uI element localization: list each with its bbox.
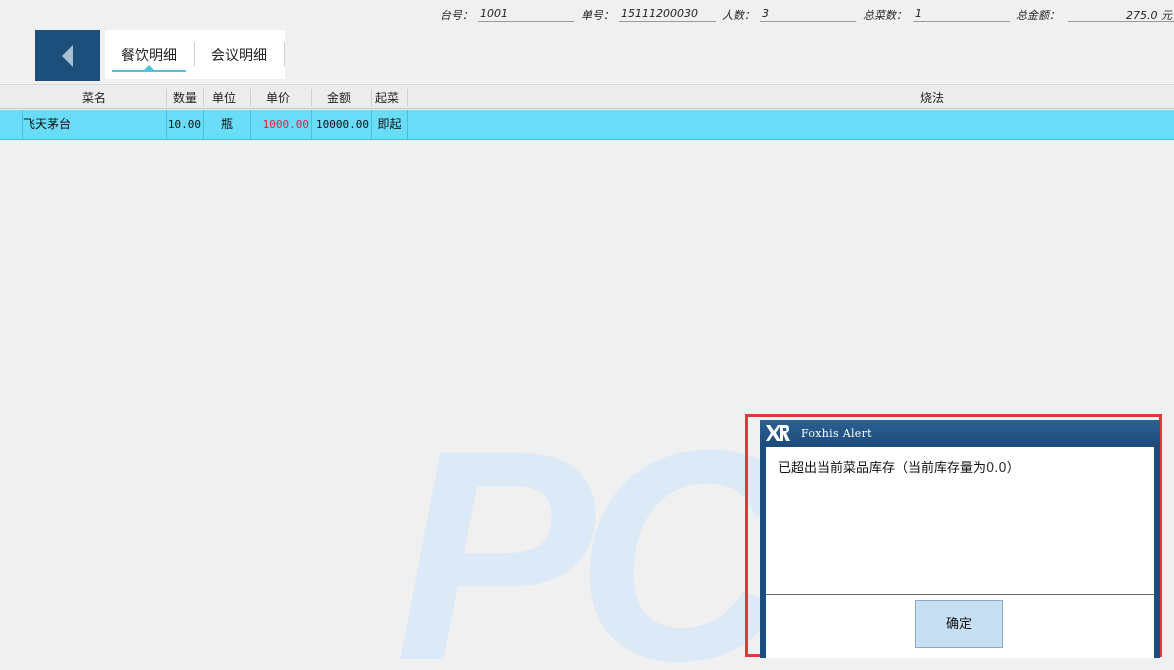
back-button[interactable] — [35, 30, 100, 81]
foxhis-logo-icon — [766, 425, 790, 441]
bill-number-field: 单号： 15111200030 — [581, 7, 717, 23]
cell-serve[interactable]: 即起 — [372, 110, 408, 139]
cell-dish-name[interactable]: 飞天茅台 — [23, 110, 167, 139]
cell-unit-price[interactable]: 1000.00 — [251, 110, 312, 139]
guest-count-value: 3 — [760, 7, 856, 22]
column-divider — [407, 89, 408, 106]
dish-table-header: 菜名 数量 单位 单价 金额 起菜 烧法 — [0, 86, 1174, 109]
bill-number-label: 单号： — [581, 9, 614, 22]
row-indicator-cell — [0, 110, 23, 139]
cell-unit[interactable]: 瓶 — [204, 110, 251, 139]
dialog-message: 已超出当前菜品库存（当前库存量为0.0） — [778, 457, 1020, 476]
total-amount-label: 总金额： — [1016, 9, 1060, 22]
tab-meeting-detail[interactable]: 会议明细 — [195, 30, 283, 79]
column-header-unit-price[interactable]: 单价 — [251, 86, 305, 108]
table-row[interactable]: 飞天茅台 10.00 瓶 1000.00 10000.00 即起 — [0, 110, 1174, 140]
dialog-message-stock-value: 0.0 — [986, 461, 1007, 476]
dialog-message-text: 已超出当前菜品库存（当前库存量为 — [778, 461, 987, 476]
cell-amount[interactable]: 10000.00 — [312, 110, 372, 139]
cell-quantity[interactable]: 10.00 — [167, 110, 204, 139]
column-header-serve[interactable]: 起菜 — [372, 86, 402, 108]
column-header-dish-name[interactable]: 菜名 — [22, 86, 166, 108]
alert-dialog: Foxhis Alert 已超出当前菜品库存（当前库存量为0.0） 确定 — [760, 420, 1160, 658]
table-number-value: 1001 — [478, 7, 574, 22]
ok-button[interactable]: 确定 — [915, 600, 1003, 648]
bill-number-value: 15111200030 — [619, 7, 716, 22]
guest-count-label: 人数： — [722, 9, 755, 22]
arrow-left-icon — [61, 44, 73, 67]
detail-tabs: 餐饮明细 会议明细 — [105, 30, 285, 79]
column-header-amount[interactable]: 金额 — [312, 86, 366, 108]
tab-meeting-detail-label: 会议明细 — [211, 48, 267, 64]
dialog-body: 已超出当前菜品库存（当前库存量为0.0） 确定 — [766, 447, 1154, 658]
dialog-title: Foxhis Alert — [801, 427, 872, 440]
dish-count-field: 总菜数： 1 — [863, 7, 1011, 23]
tab-divider — [284, 42, 285, 66]
table-number-field: 台号： 1001 — [440, 7, 575, 23]
order-info-bar: 台号： 1001 单号： 15111200030 人数： 3 总菜数： 1 总金… — [0, 0, 1174, 28]
column-header-quantity[interactable]: 数量 — [167, 86, 203, 108]
active-tab-caret — [144, 65, 154, 70]
detail-header: 餐饮明细 会议明细 — [0, 28, 1174, 85]
dialog-message-close: ） — [1006, 461, 1020, 476]
cell-cooking-method[interactable] — [408, 110, 1174, 139]
total-amount-field: 总金额： 275.0 元 — [1016, 7, 1174, 23]
table-number-label: 台号： — [440, 9, 473, 22]
column-header-cooking-method[interactable]: 烧法 — [690, 86, 1174, 108]
guest-count-field: 人数： 3 — [722, 7, 858, 23]
dialog-divider — [766, 594, 1154, 595]
dish-count-value: 1 — [913, 7, 1010, 22]
dialog-title-bar[interactable]: Foxhis Alert — [760, 420, 1160, 447]
dish-count-label: 总菜数： — [863, 9, 907, 22]
column-header-unit[interactable]: 单位 — [204, 86, 244, 108]
total-amount-value: 275.0 元 — [1068, 7, 1174, 22]
active-tab-indicator — [112, 70, 186, 72]
tab-dining-detail-label: 餐饮明细 — [121, 48, 177, 64]
